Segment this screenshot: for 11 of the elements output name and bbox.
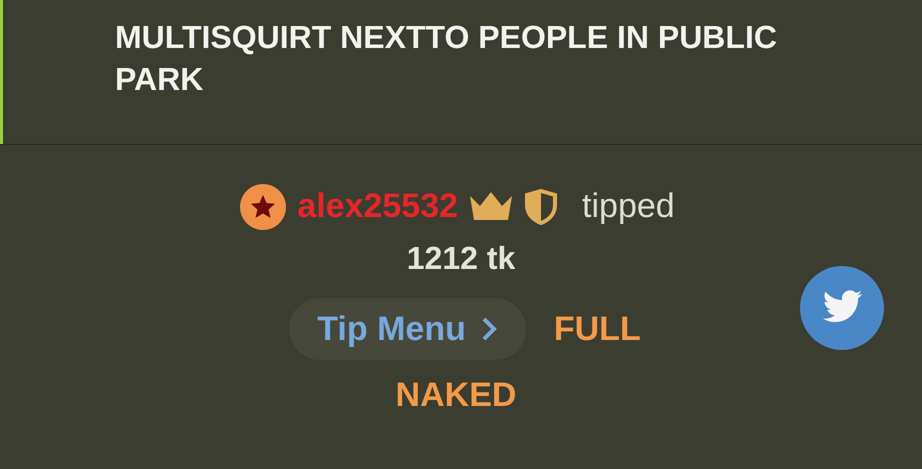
tip-action: tipped — [582, 186, 675, 227]
tip-item-text: FULL — [554, 308, 641, 350]
message-title: MULTISQUIRT NEXTTO PEOPLE IN PUBLIC PARK — [115, 18, 778, 99]
username[interactable]: alex25532 — [297, 181, 458, 232]
tip-item-text: NAKED — [396, 375, 516, 416]
twitter-button[interactable] — [800, 266, 884, 350]
star-badge-icon — [239, 182, 288, 230]
tip-menu-button[interactable]: Tip Menu — [289, 298, 526, 360]
chevron-right-icon — [480, 316, 498, 342]
shield-icon — [524, 188, 558, 224]
tip-amount: 1212 tk — [406, 239, 516, 278]
